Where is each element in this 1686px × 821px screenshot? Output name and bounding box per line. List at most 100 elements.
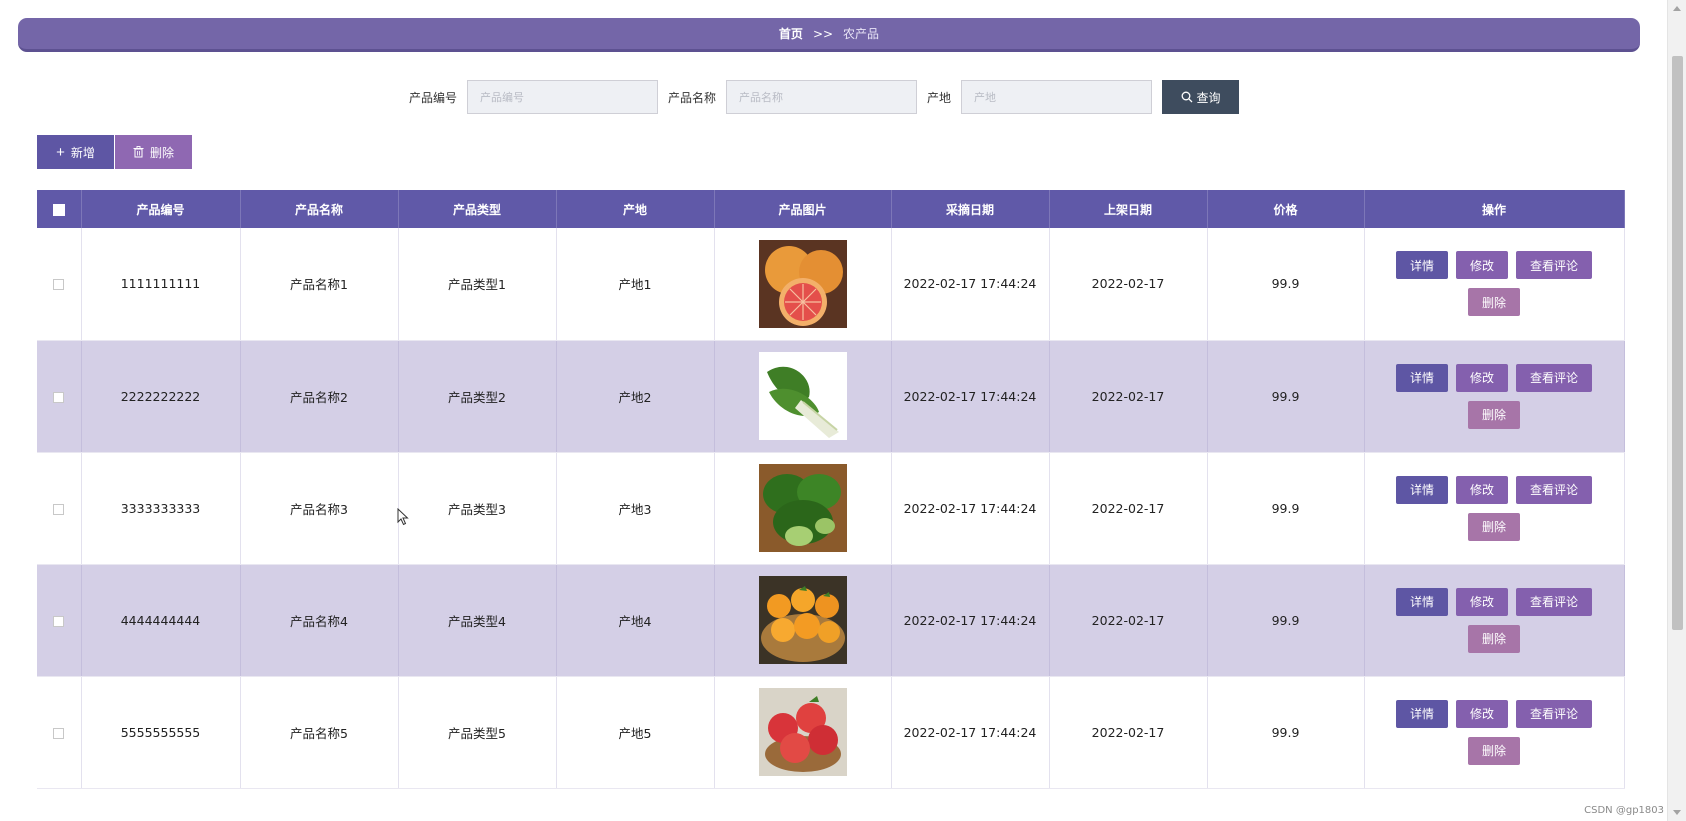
breadcrumb-current: 农产品	[843, 27, 880, 41]
search-button[interactable]: 查询	[1162, 80, 1240, 114]
plus-icon: +	[56, 143, 65, 161]
product-image	[758, 688, 847, 776]
view-reviews-button[interactable]: 查看评论	[1516, 475, 1592, 504]
row-select-cell	[37, 340, 82, 453]
row-select-cell	[37, 228, 82, 341]
row-checkbox[interactable]	[53, 503, 65, 515]
view-reviews-button[interactable]: 查看评论	[1516, 699, 1592, 728]
product-name-cell: 产品名称3	[240, 452, 399, 565]
operations-cell: 详情 修改 查看评论删除	[1364, 676, 1625, 789]
detail-button[interactable]: 详情	[1396, 475, 1448, 504]
detail-button[interactable]: 详情	[1396, 587, 1448, 616]
table-header: 产品编号 产品名称 产品类型 产地 产品图片 采摘日期 上架日期 价格 操作	[37, 190, 1625, 228]
mouse-cursor-icon	[397, 508, 409, 526]
product-type-cell: 产品类型4	[398, 564, 557, 677]
operations-cell: 详情 修改 查看评论删除	[1364, 228, 1625, 341]
row-checkbox[interactable]	[53, 391, 65, 403]
column-header: 产地	[556, 190, 715, 228]
product-image	[758, 576, 847, 664]
edit-button[interactable]: 修改	[1456, 475, 1508, 504]
product-image	[758, 352, 847, 440]
row-checkbox[interactable]	[53, 279, 65, 291]
product-image-cell	[714, 564, 892, 677]
delete-button[interactable]: 删除	[115, 135, 192, 169]
product-image-cell	[714, 676, 892, 789]
select-all-cell	[37, 190, 82, 228]
table-row: 2222222222 产品名称2 产品类型2 产地2 2022-02-17 17:44:…	[37, 340, 1625, 453]
origin-cell: 产地5	[556, 676, 715, 789]
list-date-cell: 2022-02-17	[1049, 452, 1208, 565]
scrollbar-thumb[interactable]	[1672, 56, 1683, 630]
price-cell: 99.9	[1207, 564, 1365, 677]
row-delete-button[interactable]: 删除	[1468, 288, 1520, 317]
operations-cell: 详情 修改 查看评论删除	[1364, 564, 1625, 677]
view-reviews-button[interactable]: 查看评论	[1516, 587, 1592, 616]
scroll-down-icon[interactable]	[1673, 810, 1681, 815]
product-image	[758, 464, 847, 552]
add-button-label: 新增	[70, 145, 95, 160]
breadcrumb-home[interactable]: 首页	[779, 25, 803, 42]
column-header: 操作	[1364, 190, 1625, 228]
product-code-input[interactable]	[467, 80, 659, 114]
edit-button[interactable]: 修改	[1456, 587, 1508, 616]
price-cell: 99.9	[1207, 340, 1365, 453]
operations-cell: 详情 修改 查看评论删除	[1364, 452, 1625, 565]
toolbar: + 新增 删除	[37, 135, 192, 169]
row-checkbox[interactable]	[53, 727, 65, 739]
edit-button[interactable]: 修改	[1456, 251, 1508, 280]
table-row: 5555555555 产品名称5 产品类型5 产地5 2022-02-17 17:44:…	[37, 676, 1625, 789]
origin-cell: 产地3	[556, 452, 715, 565]
operations-cell: 详情 修改 查看评论删除	[1364, 340, 1625, 453]
column-header: 产品编号	[81, 190, 241, 228]
product-type-cell: 产品类型1	[398, 228, 557, 341]
row-checkbox[interactable]	[53, 615, 65, 627]
product-table: 产品编号 产品名称 产品类型 产地 产品图片 采摘日期 上架日期 价格 操作 1…	[37, 190, 1625, 789]
view-reviews-button[interactable]: 查看评论	[1516, 251, 1592, 280]
product-name-cell: 产品名称4	[240, 564, 399, 677]
row-delete-button[interactable]: 删除	[1468, 624, 1520, 653]
product-code-cell: 3333333333	[81, 452, 241, 565]
edit-button[interactable]: 修改	[1456, 363, 1508, 392]
table-row: 3333333333 产品名称3 产品类型3 产地3 2022-02-17 17:44:…	[37, 452, 1625, 565]
product-code-cell: 2222222222	[81, 340, 241, 453]
detail-button[interactable]: 详情	[1396, 699, 1448, 728]
pick-date-cell: 2022-02-17 17:44:24	[891, 340, 1050, 453]
scroll-up-icon[interactable]	[1673, 6, 1681, 11]
row-delete-button[interactable]: 删除	[1468, 736, 1520, 765]
list-date-cell: 2022-02-17	[1049, 676, 1208, 789]
row-delete-button[interactable]: 删除	[1468, 400, 1520, 429]
search-label-name: 产品名称	[668, 90, 717, 105]
product-type-cell: 产品类型2	[398, 340, 557, 453]
price-cell: 99.9	[1207, 676, 1365, 789]
select-all-checkbox[interactable]	[52, 203, 65, 216]
delete-button-label: 删除	[149, 145, 174, 160]
origin-cell: 产地4	[556, 564, 715, 677]
column-header: 产品名称	[240, 190, 399, 228]
add-button[interactable]: + 新增	[37, 135, 114, 169]
detail-button[interactable]: 详情	[1396, 363, 1448, 392]
view-reviews-button[interactable]: 查看评论	[1516, 363, 1592, 392]
origin-cell: 产地2	[556, 340, 715, 453]
product-code-cell: 4444444444	[81, 564, 241, 677]
watermark: CSDN @gp1803	[1584, 805, 1664, 816]
pick-date-cell: 2022-02-17 17:44:24	[891, 228, 1050, 341]
product-name-cell: 产品名称2	[240, 340, 399, 453]
column-header: 价格	[1207, 190, 1365, 228]
detail-button[interactable]: 详情	[1396, 251, 1448, 280]
column-header: 采摘日期	[891, 190, 1050, 228]
product-code-cell: 1111111111	[81, 228, 241, 341]
search-label-origin: 产地	[927, 90, 952, 105]
table-row: 4444444444 产品名称4 产品类型4 产地4 2022-02-17 17:44:…	[37, 564, 1625, 677]
origin-input[interactable]	[961, 80, 1153, 114]
pick-date-cell: 2022-02-17 17:44:24	[891, 564, 1050, 677]
list-date-cell: 2022-02-17	[1049, 564, 1208, 677]
edit-button[interactable]: 修改	[1456, 699, 1508, 728]
trash-icon	[133, 146, 144, 158]
row-delete-button[interactable]: 删除	[1468, 512, 1520, 541]
list-date-cell: 2022-02-17	[1049, 340, 1208, 453]
breadcrumb-separator: >>	[812, 26, 834, 41]
product-type-cell: 产品类型5	[398, 676, 557, 789]
product-name-cell: 产品名称5	[240, 676, 399, 789]
product-name-input[interactable]	[726, 80, 918, 114]
vertical-scrollbar[interactable]	[1667, 0, 1686, 821]
